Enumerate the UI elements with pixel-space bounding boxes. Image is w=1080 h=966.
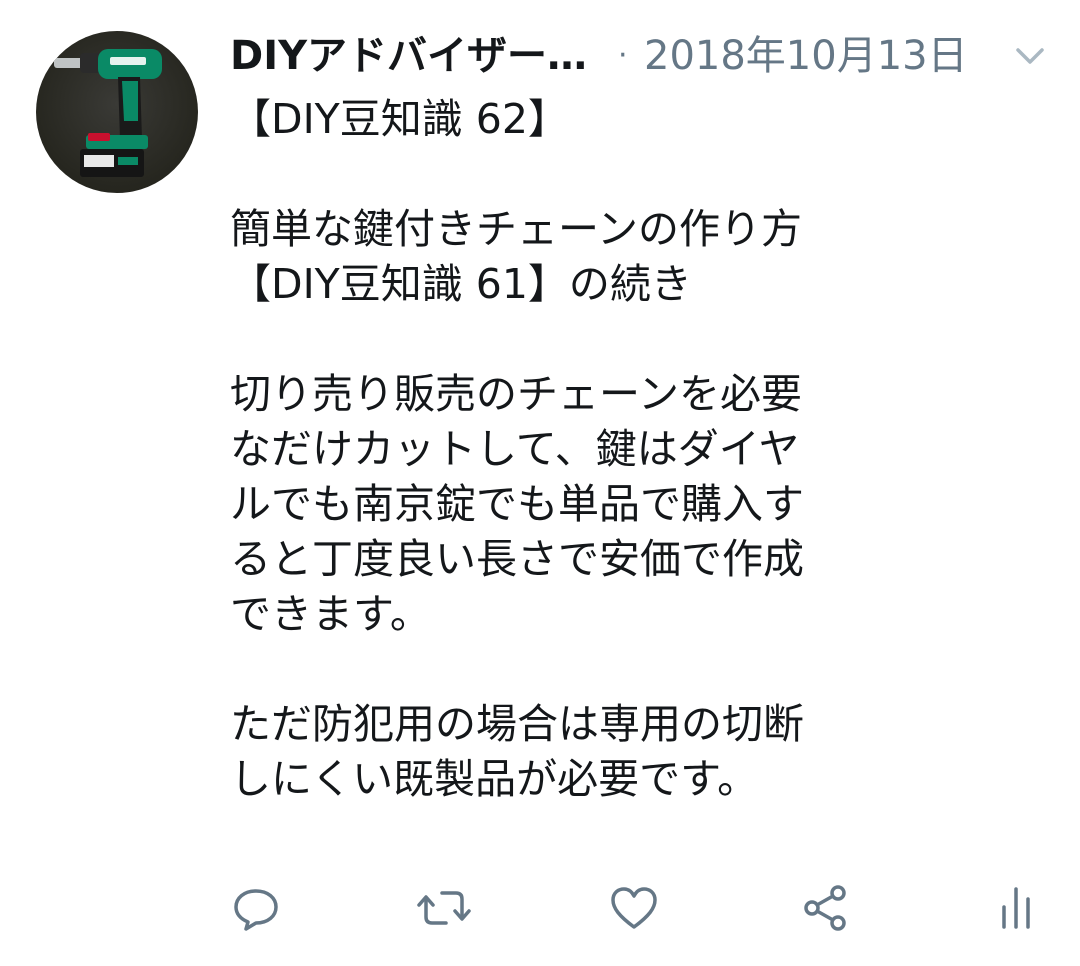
impact-driver-photo [54,49,162,177]
tweet-actions [0,880,1080,940]
chevron-down-icon[interactable] [1010,40,1050,72]
tweet[interactable]: DIYアドバイザー… · 2018年10月13日 【DIY豆知識 62】 簡単な… [0,0,1080,966]
retweet-button[interactable] [416,880,472,936]
analytics-button[interactable] [988,880,1044,936]
separator-dot: · [618,38,628,73]
reply-button[interactable] [228,880,284,936]
like-button[interactable] [606,880,662,936]
retweet-icon [417,891,471,925]
heart-icon [611,887,657,929]
tweet-text: 【DIY豆知識 62】 簡単な鍵付きチェーンの作り方 【DIY豆知識 61】の続… [230,95,804,803]
author-avatar[interactable] [36,31,198,193]
tweet-date[interactable]: 2018年10月13日 [644,32,968,80]
analytics-icon [1002,887,1030,929]
share-icon [804,885,846,931]
share-button[interactable] [798,880,854,936]
reply-icon [234,889,278,931]
author-name[interactable]: DIYアドバイザー… [230,32,600,80]
tweet-header: DIYアドバイザー… · 2018年10月13日 [230,28,1050,84]
